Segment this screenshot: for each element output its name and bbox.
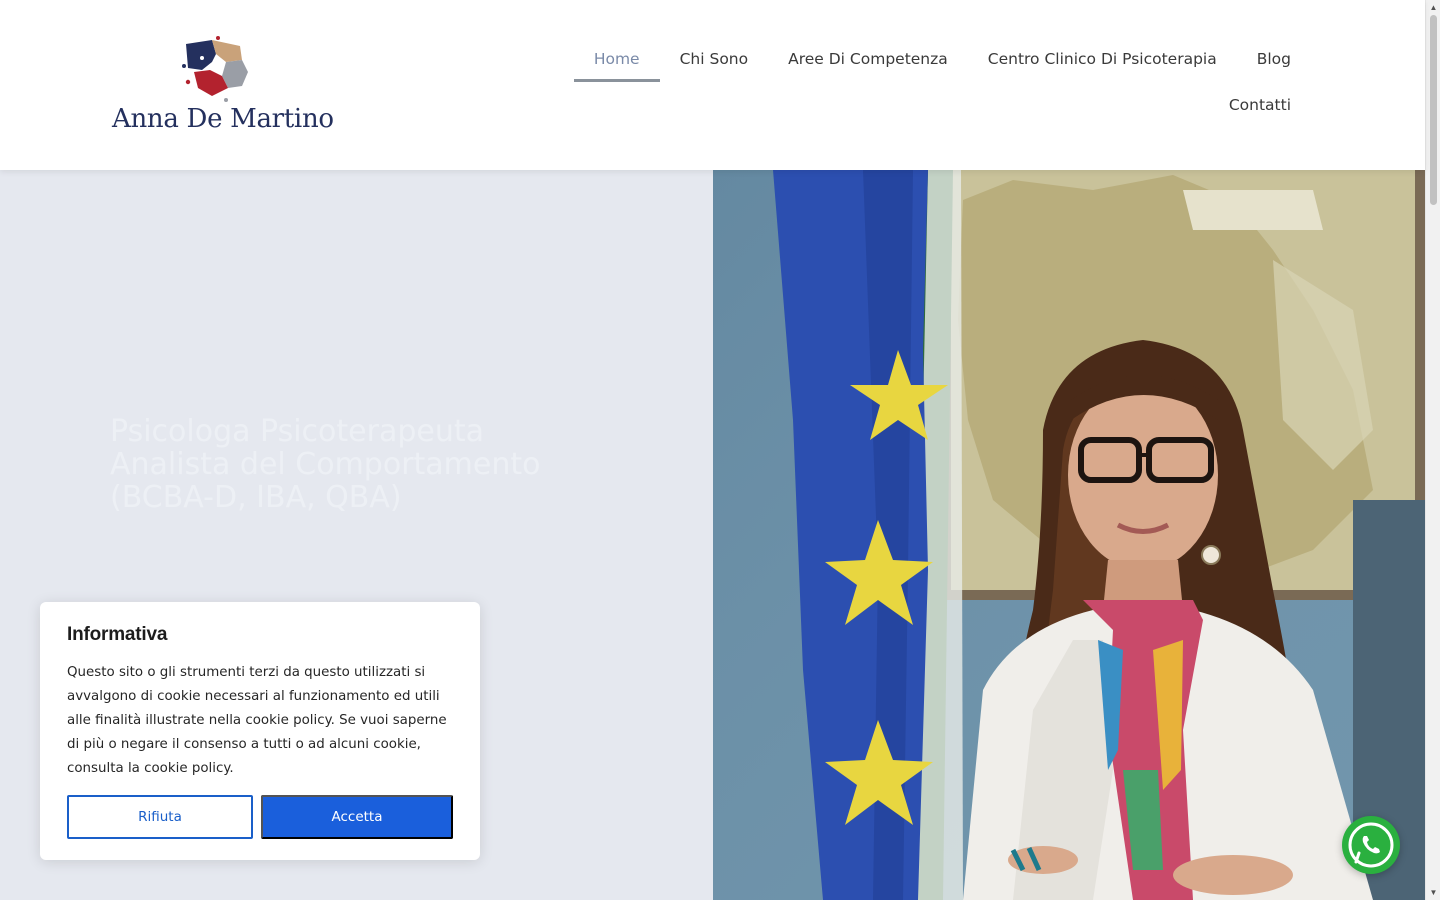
puzzle-logo-icon (182, 36, 248, 102)
site-header: Anna De Martino Home Chi Sono Aree Di Co… (0, 0, 1425, 170)
nav-row-primary: Home Chi Sono Aree Di Competenza Centro … (573, 38, 1291, 82)
scroll-up-arrow-icon[interactable]: ▲ (1426, 0, 1440, 15)
scroll-down-arrow-icon[interactable]: ▼ (1426, 885, 1440, 900)
nav-row-secondary: Contatti (1209, 96, 1291, 115)
nav-item-chi-sono[interactable]: Chi Sono (660, 38, 769, 82)
nav-item-blog[interactable]: Blog (1237, 38, 1291, 82)
nav-item-contatti[interactable]: Contatti (1209, 84, 1291, 128)
hero-title: Psicologa Psicoterapeuta Analista del Co… (110, 414, 541, 515)
nav-item-aree-di-competenza[interactable]: Aree Di Competenza (768, 38, 968, 82)
cookie-consent-banner: Informativa Questo sito o gli strumenti … (40, 602, 480, 860)
site-logo[interactable]: Anna De Martino (112, 36, 334, 136)
brand-name: Anna De Martino (112, 104, 334, 134)
nav-item-centro-clinico[interactable]: Centro Clinico Di Psicoterapia (968, 38, 1237, 82)
main-nav: Home Chi Sono Aree Di Competenza Centro … (571, 38, 1291, 138)
cookie-actions: Rifiuta Accetta (67, 795, 453, 839)
portrait-illustration (713, 170, 1425, 900)
reject-cookies-button[interactable]: Rifiuta (67, 795, 253, 839)
whatsapp-icon (1348, 822, 1394, 868)
whatsapp-chat-button[interactable] (1342, 816, 1400, 874)
cookie-text: Questo sito o gli strumenti terzi da que… (67, 665, 447, 776)
nav-item-home[interactable]: Home (573, 38, 660, 82)
cookie-title: Informativa (67, 624, 168, 645)
accept-cookies-button[interactable]: Accetta (261, 795, 453, 839)
hero-portrait-image (713, 170, 1425, 900)
scrollbar-thumb[interactable] (1430, 15, 1437, 205)
page-scrollbar[interactable]: ▲ ▼ (1425, 0, 1440, 900)
